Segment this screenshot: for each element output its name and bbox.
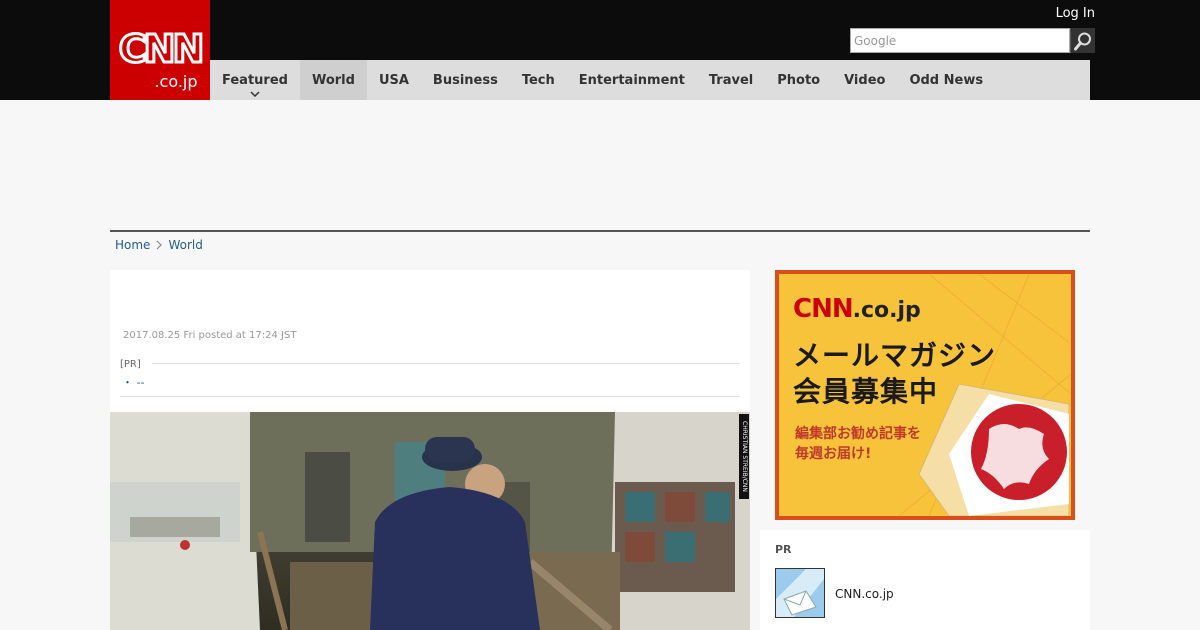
nav-photo[interactable]: Photo: [765, 60, 832, 100]
article-photo-image: [110, 412, 750, 630]
nav-tech-label: Tech: [521, 72, 555, 88]
nav-business-label: Business: [432, 72, 498, 88]
breadcrumb-home[interactable]: Home: [115, 238, 150, 252]
article-date: 2017.08.25 Fri posted at 17:24 JST: [123, 330, 297, 341]
search-form: [850, 28, 1095, 53]
sidebar-pr-label: PR: [775, 543, 792, 556]
article-card: 2017.08.25 Fri posted at 17:24 JST [PR] …: [110, 270, 750, 630]
photo-credit: CHRISTIAN STREIB/CNN: [739, 414, 749, 499]
nav-featured[interactable]: Featured: [210, 60, 300, 100]
banner-logo-cnn: CNN: [793, 294, 854, 324]
banner-sub-line1: 編集部お勧め記事を: [795, 426, 921, 442]
mail-icon: [776, 569, 824, 617]
banner-logo-cojp: .co.jp: [852, 298, 921, 323]
search-input[interactable]: [850, 28, 1070, 53]
chevron-right-icon: [156, 240, 163, 250]
nav-world[interactable]: World: [299, 60, 367, 100]
chevron-down-icon: [250, 91, 260, 97]
nav-world-label: World: [311, 72, 355, 88]
pr-divider-bottom: [120, 396, 740, 397]
login-link[interactable]: Log In: [1056, 6, 1095, 21]
search-button[interactable]: [1070, 28, 1095, 53]
nav-entertainment[interactable]: Entertainment: [567, 60, 697, 100]
sidebar-pr-box: PR CNN.co.jp: [760, 530, 1090, 630]
banner-subtitle: 編集部お勧め記事を 毎週お届け!: [795, 424, 921, 464]
pr-label: [PR]: [120, 359, 141, 370]
nav-business[interactable]: Business: [421, 60, 510, 100]
nav-usa-label: USA: [378, 72, 409, 88]
logo-top-text: CNN: [119, 27, 202, 71]
search-icon: [1074, 32, 1091, 50]
sidebar-pr-link[interactable]: CNN.co.jp: [835, 587, 894, 601]
nav-featured-label: Featured: [222, 72, 288, 88]
nav-travel-label: Travel: [708, 72, 754, 88]
banner-logo: CNN.co.jp: [793, 294, 921, 324]
nav-video-label: Video: [844, 72, 886, 88]
breadcrumb-world[interactable]: World: [168, 238, 202, 252]
nav-odd-news[interactable]: Odd News: [897, 60, 995, 100]
banner-sub-line2: 毎週お届け!: [795, 446, 872, 462]
newsletter-banner[interactable]: CNN.co.jp メールマガジン 会員募集中 編集部お勧め記事を 毎週お届け!: [775, 270, 1075, 520]
cnn-logo[interactable]: CNN .co.jp: [110, 0, 210, 100]
article-photo: CHRISTIAN STREIB/CNN: [110, 412, 750, 630]
nav-travel[interactable]: Travel: [697, 60, 765, 100]
pr-link[interactable]: ・ --: [122, 374, 144, 390]
pr-divider-top: [152, 363, 740, 364]
content-divider: [110, 230, 1090, 232]
nav-photo-label: Photo: [777, 72, 821, 88]
nav-entertainment-label: Entertainment: [578, 72, 685, 88]
envelope-globe-icon: [918, 383, 1070, 516]
nav-video[interactable]: Video: [832, 60, 897, 100]
sidebar-pr-thumbnail[interactable]: [775, 568, 825, 618]
banner-title-line1: メールマガジン: [793, 339, 997, 372]
breadcrumb: Home World: [115, 238, 203, 252]
main-nav: Featured World USA Business Tech Enterta…: [210, 60, 1090, 100]
nav-usa[interactable]: USA: [367, 60, 421, 100]
cnn-logo-icon: CNN .co.jp: [117, 26, 206, 92]
nav-tech[interactable]: Tech: [510, 60, 567, 100]
nav-odd-news-label: Odd News: [909, 72, 984, 88]
logo-bottom-text: .co.jp: [154, 72, 197, 91]
